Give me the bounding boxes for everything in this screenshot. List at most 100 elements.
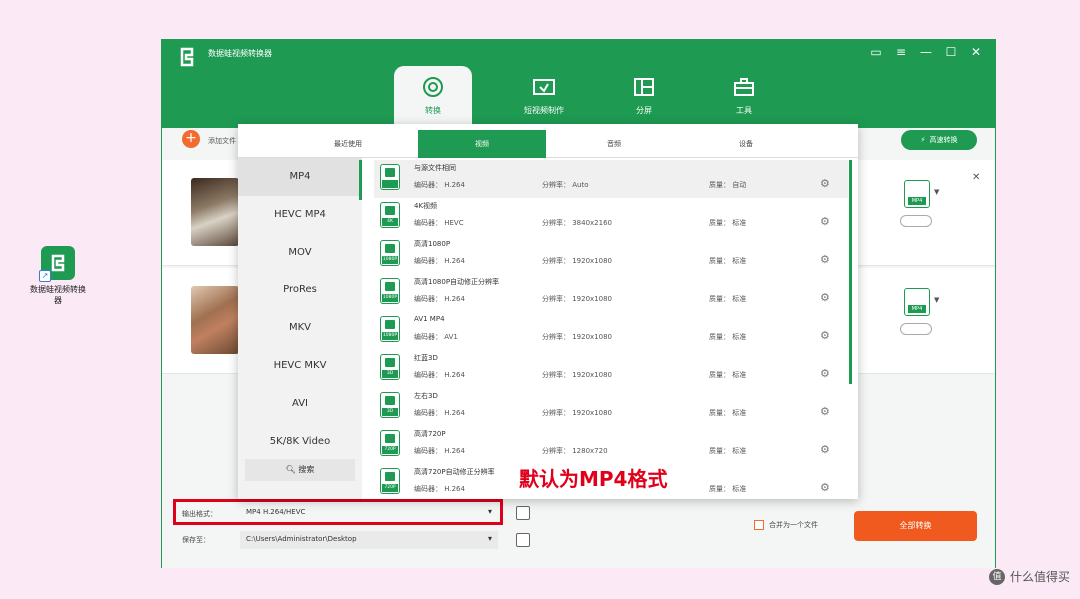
- search-icon: 🔍︎: [285, 465, 296, 474]
- preset-name: 左右3D: [414, 392, 438, 400]
- video-editor-icon: [533, 79, 555, 95]
- preset-badge: 1080P: [382, 256, 398, 264]
- format-item-avi[interactable]: AVI: [238, 385, 362, 423]
- format-item-prores[interactable]: ProRes: [238, 271, 362, 309]
- add-file-button[interactable]: +: [182, 130, 200, 148]
- chevron-down-icon[interactable]: ▼: [934, 188, 939, 196]
- chevron-down-icon[interactable]: ▼: [934, 296, 939, 304]
- preset-glyph: [385, 396, 395, 405]
- split-screen-icon: [634, 78, 654, 96]
- format-list: MP4 HEVC MP4 MOV ProRes MKV HEVC MKV AVI…: [238, 158, 362, 499]
- watermark: 值 什么值得买: [988, 568, 1070, 585]
- preset-name: 高清1080P自动修正分辨率: [414, 278, 500, 286]
- format-item-mov[interactable]: MOV: [238, 234, 362, 272]
- preset-glyph: [385, 320, 395, 329]
- preset-encoder: 编码器： H.264: [414, 447, 465, 455]
- scrollbar[interactable]: [849, 160, 852, 384]
- preset-row[interactable]: 与源文件相同 编码器： H.264 分辨率： Auto 质量： 自动 ⚙: [374, 160, 848, 198]
- preset-row[interactable]: 4K 4K视频 编码器： HEVC 分辨率： 3840x2160 质量： 标准 ⚙: [374, 198, 848, 236]
- gear-icon[interactable]: ⚙: [820, 291, 830, 304]
- folder-icon[interactable]: [516, 533, 530, 547]
- preset-resolution: 分辨率： Auto: [542, 181, 589, 189]
- preset-name: 高清720P: [414, 430, 446, 438]
- gear-icon[interactable]: ⚙: [820, 481, 830, 494]
- scrollbar[interactable]: [359, 160, 362, 200]
- minimize-icon[interactable]: —: [919, 45, 933, 59]
- preset-format-icon: [380, 164, 400, 190]
- watermark-text: 什么值得买: [1009, 570, 1070, 584]
- preset-badge: 720P: [382, 446, 398, 454]
- edit-icon[interactable]: [516, 506, 530, 520]
- preset-resolution: 分辨率： 1920x1080: [542, 333, 612, 341]
- preset-badge: 3D: [382, 408, 398, 416]
- convert-all-button[interactable]: 全部转换: [854, 511, 977, 541]
- preset-resolution: 分辨率： 1920x1080: [542, 371, 612, 379]
- toolbox-icon: [734, 78, 754, 96]
- tab-tools[interactable]: 工具: [694, 66, 794, 128]
- tab-video[interactable]: 视频: [418, 130, 546, 158]
- gear-icon[interactable]: ⚙: [820, 215, 830, 228]
- format-item-5k8k[interactable]: 5K/8K Video: [238, 423, 362, 461]
- output-format-icon[interactable]: MP4: [904, 180, 930, 208]
- preset-resolution: 分辨率： 3840x2160: [542, 219, 612, 227]
- tab-device[interactable]: 设备: [682, 130, 810, 158]
- gear-icon[interactable]: ⚙: [820, 405, 830, 418]
- preset-badge: 720P: [382, 484, 398, 492]
- save-to-select[interactable]: C:\Users\Administrator\Desktop ▾: [240, 531, 498, 549]
- video-thumbnail: [191, 178, 239, 246]
- close-icon[interactable]: ✕: [969, 45, 983, 59]
- tab-convert[interactable]: 转换: [394, 66, 472, 128]
- preset-row[interactable]: 1080P 高清1080P 编码器： H.264 分辨率： 1920x1080 质量： …: [374, 236, 848, 274]
- preset-resolution: 分辨率： 1920x1080: [542, 295, 612, 303]
- preset-row[interactable]: 1080P 高清1080P自动修正分辨率 编码器： H.264 分辨率： 1920x1…: [374, 274, 848, 312]
- gear-icon[interactable]: ⚙: [820, 253, 830, 266]
- preset-glyph: [385, 244, 395, 253]
- tab-audio[interactable]: 音频: [550, 130, 678, 158]
- preset-glyph: [385, 168, 395, 177]
- format-item-hevc-mp4[interactable]: HEVC MP4: [238, 196, 362, 234]
- preset-row[interactable]: 3D 红蓝3D 编码器： H.264 分辨率： 1920x1080 质量： 标准 ⚙: [374, 350, 848, 388]
- preset-name: 高清720P自动修正分辨率: [414, 468, 495, 476]
- merge-checkbox[interactable]: [754, 520, 764, 530]
- preset-encoder: 编码器： H.264: [414, 371, 465, 379]
- tab-label: 短视频制作: [524, 106, 564, 115]
- tab-split-screen[interactable]: 分屏: [594, 66, 694, 128]
- search-button[interactable]: 🔍︎ 搜索: [245, 459, 355, 481]
- gear-icon[interactable]: ⚙: [820, 367, 830, 380]
- fast-convert-button[interactable]: ⚡ 高速转换: [901, 130, 977, 150]
- preset-quality: 质量： 标准: [709, 295, 747, 303]
- feedback-icon[interactable]: ▭: [869, 45, 883, 59]
- menu-icon[interactable]: ≡: [894, 45, 908, 59]
- preset-format-icon: 3D: [380, 354, 400, 380]
- add-file-label[interactable]: 添加文件: [208, 136, 236, 146]
- maximize-icon[interactable]: ☐: [944, 45, 958, 59]
- settings-button[interactable]: [900, 323, 932, 335]
- gear-icon[interactable]: ⚙: [820, 329, 830, 342]
- tab-recent[interactable]: 最近使用: [284, 130, 412, 158]
- desktop-app-shortcut[interactable]: ↗ 数据蛙视频转换器: [28, 246, 88, 306]
- preset-quality: 质量： 标准: [709, 447, 747, 455]
- preset-row[interactable]: 1080P AV1 MP4 编码器： AV1 分辨率： 1920x1080 质量： 标准…: [374, 312, 848, 350]
- gear-icon[interactable]: ⚙: [820, 177, 830, 190]
- format-item-hevc-mkv[interactable]: HEVC MKV: [238, 347, 362, 385]
- preset-quality: 质量： 标准: [709, 219, 747, 227]
- main-tabs: 转换 短视频制作 分屏 工具: [394, 66, 794, 128]
- preset-glyph: [385, 434, 395, 443]
- gear-icon[interactable]: ⚙: [820, 443, 830, 456]
- close-icon[interactable]: ✕: [972, 172, 980, 183]
- save-path-value: C:\Users\Administrator\Desktop: [246, 535, 357, 543]
- settings-button[interactable]: [900, 215, 932, 227]
- window-controls: ▭ ≡ — ☐ ✕: [869, 45, 983, 59]
- format-item-mp4[interactable]: MP4: [238, 158, 362, 196]
- preset-format-icon: 1080P: [380, 240, 400, 266]
- preset-row[interactable]: 3D 左右3D 编码器： H.264 分辨率： 1920x1080 质量： 标准 ⚙: [374, 388, 848, 426]
- preset-row[interactable]: 720P 高清720P 编码器： H.264 分辨率： 1280x720 质量： 标准 ⚙: [374, 426, 848, 464]
- format-item-mkv[interactable]: MKV: [238, 309, 362, 347]
- tab-label: 转换: [425, 106, 441, 115]
- chevron-down-icon: ▾: [487, 534, 492, 543]
- preset-name: AV1 MP4: [414, 315, 445, 323]
- tab-short-video[interactable]: 短视频制作: [494, 66, 594, 128]
- output-format-icon[interactable]: MP4: [904, 288, 930, 316]
- preset-badge: 4K: [382, 218, 398, 226]
- app-logo-icon: [176, 46, 198, 72]
